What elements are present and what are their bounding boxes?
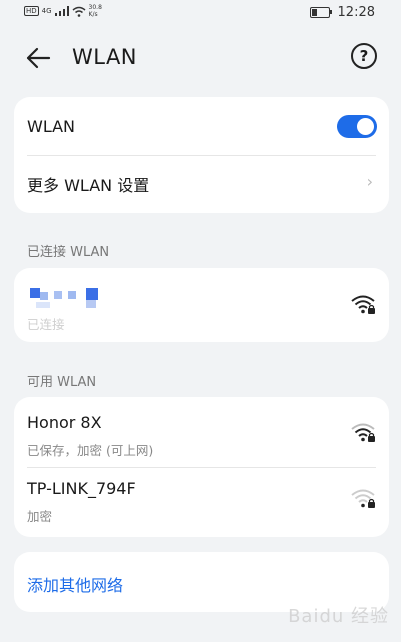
add-other-network-link[interactable]: 添加其他网络 [27, 572, 123, 596]
network-status: 已保存，加密 (可上网) [27, 443, 154, 458]
help-icon: ? [359, 47, 369, 65]
connected-status: 已连接 [27, 317, 65, 332]
help-button[interactable]: ? [351, 43, 377, 69]
back-button[interactable] [24, 44, 54, 72]
more-wlan-settings-label: 更多 WLAN 设置 [27, 176, 150, 195]
network-name: TP-LINK_794F [27, 479, 136, 498]
network-name: Honor 8X [27, 413, 102, 432]
hd-badge: HD [24, 6, 39, 16]
wlan-label: WLAN [27, 117, 76, 136]
more-wlan-settings-row[interactable]: 更多 WLAN 设置 › [14, 156, 389, 213]
battery-icon [309, 7, 332, 18]
wifi-locked-full-icon [351, 295, 375, 314]
available-networks-card: Honor 8X 已保存，加密 (可上网) TP-LINK_794F 加密 [14, 397, 389, 537]
toggle-knob [357, 118, 374, 135]
signal-type: 4G [41, 7, 52, 15]
wlan-toggle[interactable] [337, 115, 377, 138]
network-row-tp-link[interactable]: TP-LINK_794F 加密 [14, 468, 389, 537]
cell-signal-icon [54, 6, 69, 16]
wifi-locked-strong-icon [351, 423, 375, 442]
connected-section-label: 已连接 WLAN [27, 245, 110, 260]
network-row-honor-8x[interactable]: Honor 8X 已保存，加密 (可上网) [14, 397, 389, 467]
arrow-left-icon [26, 47, 51, 69]
watermark: Baidu 经验 [288, 606, 389, 627]
network-speed: 30.8 K/s [88, 4, 102, 18]
wlan-toggle-row[interactable]: WLAN [14, 97, 389, 155]
clock: 12:28 [337, 5, 375, 20]
available-section-label: 可用 WLAN [27, 375, 97, 390]
chevron-right-icon: › [366, 172, 373, 191]
page-title: WLAN [72, 45, 138, 69]
wifi-status-icon [72, 6, 86, 17]
wifi-locked-weak-icon [351, 489, 375, 508]
wlan-settings-card: WLAN 更多 WLAN 设置 › [14, 97, 389, 213]
network-status: 加密 [27, 509, 53, 524]
status-bar: HD 4G 30.8 K/s 12:28 [0, 0, 401, 26]
connected-network-card[interactable]: 已连接 [14, 268, 389, 342]
app-bar: WLAN ? [0, 36, 401, 80]
